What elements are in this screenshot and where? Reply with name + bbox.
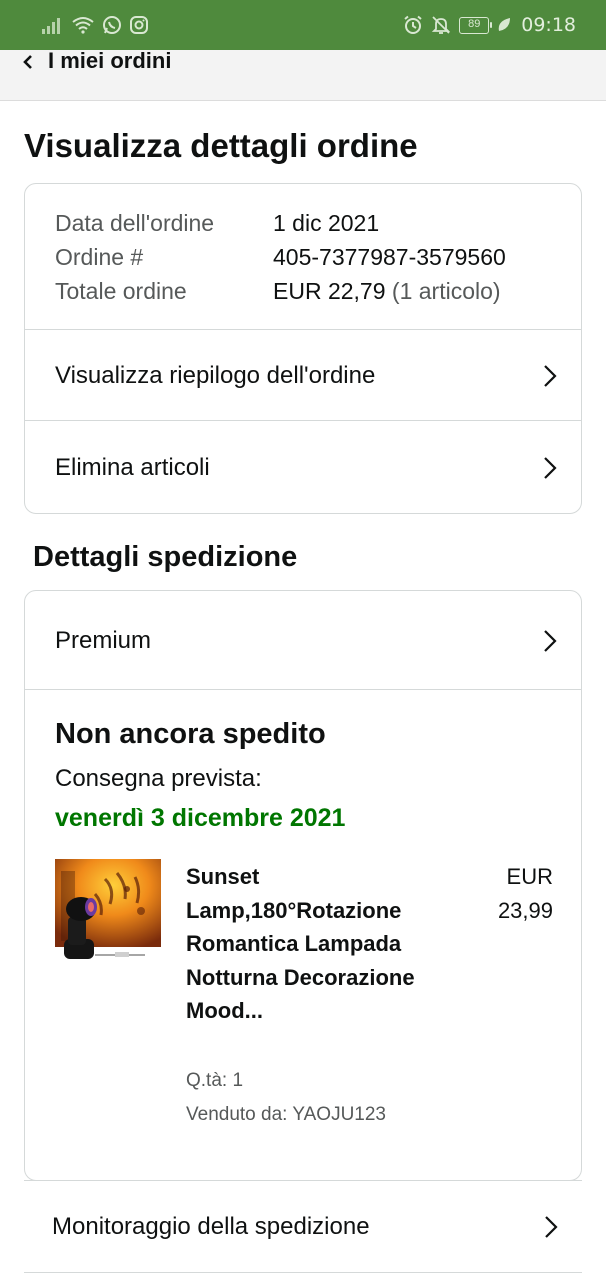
order-info: Data dell'ordine 1 dic 2021 Ordine # 405… (55, 206, 506, 308)
order-date-value: 1 dic 2021 (273, 210, 380, 236)
product-price-value: 23,99 (497, 897, 553, 923)
shipping-card: Premium Non ancora spedito Consegna prev… (24, 590, 582, 1181)
status-bar-left-icons (42, 15, 148, 35)
bell-off-icon (431, 15, 451, 35)
delete-items-label: Elimina articoli (55, 453, 210, 481)
order-date-row: Data dell'ordine 1 dic 2021 (55, 206, 506, 240)
order-number-value: 405-7377987-3579560 (273, 244, 506, 270)
page-title: Visualizza dettagli ordine (24, 127, 418, 164)
shipment-tracking-row[interactable]: Monitoraggio della spedizione (24, 1180, 582, 1273)
status-bar: 89 09:18 (0, 0, 606, 50)
order-total-row: Totale ordine EUR 22,79 (1 articolo) (55, 274, 506, 308)
product-seller: Venduto da: YAOJU123 (186, 1104, 387, 1125)
whatsapp-icon (102, 15, 122, 35)
order-total-items: (1 articolo) (391, 278, 501, 304)
alarm-icon (403, 15, 423, 35)
delivery-estimate-date: venerdì 3 dicembre 2021 (55, 804, 346, 832)
status-time: 09:18 (521, 14, 576, 36)
signal-icon (42, 16, 64, 34)
order-info-card: Data dell'ordine 1 dic 2021 Ordine # 405… (24, 183, 582, 514)
shipping-method-label: Premium (55, 626, 152, 654)
top-navigation: I miei ordini (0, 49, 606, 101)
shipment-status: Non ancora spedito (55, 718, 326, 750)
product-title[interactable]: Sunset Lamp,180°Rotazione Romantica Lamp… (186, 860, 448, 1028)
order-total-label: Totale ordine (55, 278, 187, 304)
order-total-value-wrap: EUR 22,79 (1 articolo) (273, 274, 501, 308)
order-number-label: Ordine # (55, 244, 144, 270)
product-price: EUR 23,99 (463, 860, 553, 927)
shipping-section-title: Dettagli spedizione (33, 541, 298, 573)
divider (25, 689, 581, 690)
order-total-value: EUR 22,79 (273, 278, 386, 304)
instagram-icon (130, 16, 148, 34)
product-price-currency: EUR (506, 864, 553, 889)
shipment-tracking-label: Monitoraggio della spedizione (52, 1212, 370, 1240)
chevron-right-icon (543, 455, 559, 481)
delivery-estimate-label: Consegna prevista: (55, 765, 262, 792)
delete-items-row[interactable]: Elimina articoli (25, 420, 581, 513)
product-quantity: Q.tà: 1 (186, 1070, 244, 1091)
wifi-icon (72, 16, 94, 34)
battery-icon: 89 (459, 16, 493, 34)
back-link-my-orders[interactable]: I miei ordini (48, 49, 171, 73)
chevron-right-icon (544, 1214, 560, 1240)
view-order-summary-row[interactable]: Visualizza riepilogo dell'ordine (25, 329, 581, 421)
view-order-summary-label: Visualizza riepilogo dell'ordine (55, 361, 376, 389)
order-number-row: Ordine # 405-7377987-3579560 (55, 240, 506, 274)
back-chevron-icon[interactable] (22, 53, 38, 71)
product-image[interactable] (55, 859, 161, 965)
shipping-method-row[interactable]: Premium (25, 591, 581, 690)
order-date-label: Data dell'ordine (55, 210, 215, 236)
chevron-right-icon (543, 628, 559, 654)
chevron-right-icon (543, 363, 559, 389)
leaf-icon (497, 17, 511, 33)
status-bar-right-icons: 89 09:18 (403, 14, 576, 36)
